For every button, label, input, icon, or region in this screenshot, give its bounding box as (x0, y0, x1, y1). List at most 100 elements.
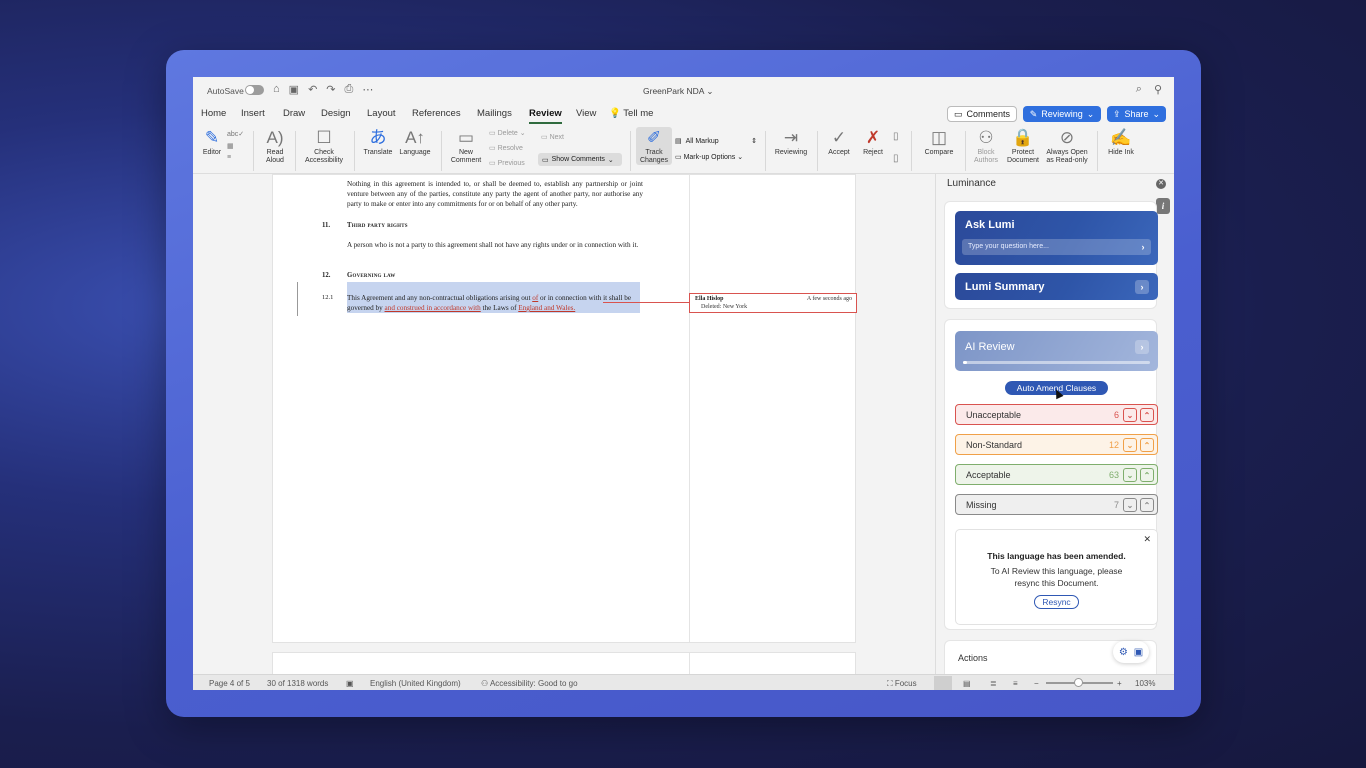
hide-ink-button[interactable]: ✍ Hide Ink (1103, 127, 1139, 157)
print-layout-view-button[interactable] (934, 676, 952, 690)
tab-mailings[interactable]: Mailings (477, 108, 512, 119)
comment-connector (603, 302, 693, 303)
tell-me[interactable]: 💡 Tell me (609, 108, 653, 119)
chevron-up-icon[interactable]: ⌃ (1140, 408, 1154, 422)
clause-12-1-text[interactable]: This Agreement and any non-contractual o… (347, 293, 643, 313)
thesaurus-icon[interactable]: ▦ (227, 142, 234, 150)
category-row-missing[interactable]: Missing 7 ⌄ ⌃ (955, 494, 1158, 515)
undo-icon[interactable]: ↶ (308, 83, 317, 96)
editor-button[interactable]: ✎ Editor (201, 127, 223, 157)
section-11-number: 11. (322, 222, 331, 229)
zoom-slider-thumb[interactable] (1074, 678, 1083, 687)
category-row-non-standard[interactable]: Non-Standard 12 ⌄ ⌃ (955, 434, 1158, 455)
track-changes-button[interactable]: ✐ Track Changes (636, 127, 672, 165)
print-icon[interactable]: ⎙ (345, 83, 354, 96)
ask-lumi-input[interactable]: Type your question here... (962, 239, 1151, 255)
tab-references[interactable]: References (412, 108, 461, 119)
chevron-right-icon[interactable]: › (1136, 240, 1150, 254)
focus-button[interactable]: ⛶ Focus (887, 679, 917, 689)
new-comment-button[interactable]: ▭ New Comment (447, 127, 485, 165)
chevron-down-icon[interactable]: ⌄ (1123, 498, 1137, 512)
comments-button[interactable]: ▭ Comments (947, 106, 1017, 122)
word-count-icon[interactable]: ≡ (227, 154, 231, 161)
language-button[interactable]: A↑ Language (397, 127, 433, 157)
zoom-level[interactable]: 103% (1135, 679, 1155, 688)
paragraph-no-partnership[interactable]: Nothing in this agreement is intended to… (347, 179, 643, 209)
tab-design[interactable]: Design (321, 108, 351, 119)
ask-lumi-card[interactable]: Ask Lumi Type your question here... › (955, 211, 1158, 265)
markup-options-button[interactable]: ▭ Mark-up Options ⌄ (675, 153, 743, 161)
close-icon[interactable]: ✕ (1143, 534, 1151, 545)
word-count[interactable]: 30 of 1318 words (267, 679, 328, 688)
category-row-unacceptable[interactable]: Unacceptable 6 ⌄ ⌃ (955, 404, 1158, 425)
redo-icon[interactable]: ↷ (326, 83, 335, 96)
chevron-down-icon[interactable]: ⌄ (1123, 408, 1137, 422)
document-title[interactable]: GreenPark NDA ⌄ (643, 86, 713, 97)
read-aloud-button[interactable]: A) Read Aloud (261, 127, 289, 165)
next-change-icon[interactable]: ▯ (893, 153, 899, 164)
gear-icon[interactable]: ⚙ (1119, 647, 1128, 658)
info-icon[interactable]: i (1156, 198, 1170, 214)
home-icon[interactable]: ⌂ (273, 83, 280, 96)
language-status[interactable]: English (United Kingdom) (370, 679, 461, 688)
page-indicator[interactable]: Page 4 of 5 (209, 679, 250, 688)
category-row-acceptable[interactable]: Acceptable 63 ⌄ ⌃ (955, 464, 1158, 485)
tab-insert[interactable]: Insert (241, 108, 265, 119)
share-account-icon[interactable]: ⚲ (1154, 83, 1162, 96)
markup-display-select[interactable]: ▤ All Markup ⇕ (675, 135, 757, 147)
section-11-text[interactable]: A person who is not a party to this agre… (347, 240, 643, 250)
zoom-in-icon[interactable]: + (1117, 679, 1122, 688)
reject-button[interactable]: ✗ Reject (857, 127, 889, 157)
search-icon[interactable]: ⌕ (1136, 83, 1142, 96)
draft-view-icon[interactable]: ≡ (1013, 679, 1018, 688)
always-open-read-only-button[interactable]: ⊘ Always Open as Read-only (1043, 127, 1091, 165)
tab-layout[interactable]: Layout (367, 108, 396, 119)
web-layout-icon[interactable]: ▤ (963, 679, 971, 688)
share-button[interactable]: ⇪ Share ⌄ (1107, 106, 1166, 122)
close-icon[interactable]: ✕ (1156, 179, 1166, 189)
delete-comment-button[interactable]: ▭ Delete ⌄ (489, 129, 526, 137)
spelling-icon[interactable]: abc✓ (227, 130, 244, 138)
save-icon[interactable]: ▣ (1134, 647, 1143, 658)
tab-view[interactable]: View (576, 108, 596, 119)
chevron-down-icon[interactable]: ⌄ (1123, 438, 1137, 452)
more-icon[interactable]: ⋯ (362, 83, 373, 96)
translate-button[interactable]: あ Translate (361, 127, 395, 157)
outline-view-icon[interactable]: ≣ (990, 679, 997, 688)
autosave-toggle[interactable] (245, 85, 264, 95)
previous-change-icon[interactable]: ▯ (893, 131, 899, 142)
ai-review-header[interactable]: AI Review › (955, 331, 1158, 371)
chevron-up-icon[interactable]: ⌃ (1140, 498, 1154, 512)
tab-draw[interactable]: Draw (283, 108, 305, 119)
lumi-card: Ask Lumi Type your question here... › Lu… (944, 201, 1158, 309)
block-authors-button[interactable]: ⚇ Block Authors (971, 127, 1001, 165)
chevron-up-icon[interactable]: ⌃ (1140, 438, 1154, 452)
resolve-comment-button[interactable]: ▭ Resolve (489, 144, 523, 152)
protect-document-button[interactable]: 🔒 Protect Document (1003, 127, 1043, 165)
chevron-right-icon[interactable]: › (1135, 280, 1149, 294)
chevron-down-icon[interactable]: ⌄ (1123, 468, 1137, 482)
chevron-right-icon[interactable]: › (1135, 340, 1149, 354)
lumi-summary-button[interactable]: Lumi Summary › (955, 273, 1158, 300)
tab-home[interactable]: Home (201, 108, 226, 119)
quick-access-toolbar: ⌂ ▣ ↶ ↷ ⎙ ⋯ (273, 83, 373, 96)
previous-comment-button[interactable]: ▭ Previous (489, 159, 525, 167)
accept-button[interactable]: ✓ Accept (823, 127, 855, 157)
document-canvas[interactable]: Nothing in this agreement is intended to… (193, 174, 935, 682)
check-accessibility-button[interactable]: ☐ Check Accessibility (301, 127, 347, 165)
tracked-change-balloon[interactable]: Ella Hislop A few seconds ago Deleted: N… (689, 293, 857, 313)
reviewing-mode-button[interactable]: ✎ Reviewing ⌄ (1023, 106, 1101, 122)
save-icon[interactable]: ▣ (289, 83, 299, 96)
reviewing-pane-button[interactable]: ⇥ Reviewing (771, 127, 811, 157)
zoom-out-icon[interactable]: − (1034, 679, 1039, 688)
document-page[interactable]: Nothing in this agreement is intended to… (272, 174, 857, 643)
proofing-icon[interactable]: ▣ (346, 679, 354, 688)
chevron-up-icon[interactable]: ⌃ (1140, 468, 1154, 482)
show-comments-button[interactable]: ▭ Show Comments ⌄ (538, 153, 622, 166)
compare-button[interactable]: ◫ Compare (919, 127, 959, 157)
tab-review[interactable]: Review (529, 108, 562, 124)
resync-button[interactable]: Resync (1034, 595, 1079, 609)
accessibility-status[interactable]: ⚇ Accessibility: Good to go (481, 679, 578, 688)
reject-icon: ✗ (865, 128, 881, 147)
next-comment-button[interactable]: ▭ Next (541, 133, 564, 141)
